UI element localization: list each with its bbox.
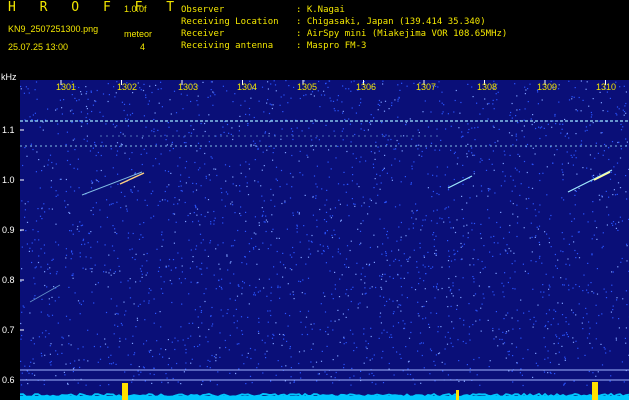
y-unit-label: kHz	[1, 72, 17, 82]
spectrogram-canvas	[20, 80, 629, 400]
meteor-echo	[593, 171, 611, 181]
level-fill	[20, 396, 629, 400]
file-name: KN9_2507251300.png	[8, 24, 99, 34]
app-version: 1.0.0f	[124, 4, 147, 14]
y-tick-label: 0.8	[2, 275, 15, 285]
x-tick-label: 1308	[477, 82, 498, 92]
receiver-label: Receiver	[181, 29, 225, 39]
meteor-marker	[122, 383, 128, 400]
meteor-echo	[29, 284, 61, 303]
y-tick-label: 1.0	[2, 175, 15, 185]
meteor-echo	[447, 175, 473, 189]
header-panel: H R O F F T 1.0.0f KN9_2507251300.png me…	[0, 0, 629, 80]
meteor-echo	[119, 172, 145, 185]
location-label: Receiving Location	[181, 17, 279, 27]
observer-value: : K.Nagai	[296, 5, 345, 15]
y-tick-label: 1.1	[2, 125, 15, 135]
location-value: : Chigasaki, Japan (139.414 35.340)	[296, 17, 486, 27]
meteor-marker	[592, 382, 598, 400]
antenna-label: Receiving antenna	[181, 41, 274, 51]
x-tick-label: 1309	[537, 82, 558, 92]
y-tick-label: 0.9	[2, 225, 15, 235]
x-tick-label: 1307	[416, 82, 437, 92]
meteor-marker	[456, 390, 459, 400]
x-tick-label: 1310	[596, 82, 617, 92]
x-tick-label: 1305	[297, 82, 318, 92]
receiver-value: : AirSpy mini (Miakejima VOR 108.65MHz)	[296, 29, 508, 39]
x-tick-label: 1301	[56, 82, 77, 92]
meteor-echo	[81, 171, 143, 196]
meteor-echo	[567, 169, 613, 193]
meteor-count: 4	[140, 42, 146, 52]
spectrogram-plot	[20, 80, 629, 400]
y-tick-label: 0.6	[2, 375, 15, 385]
date-time: 25.07.25 13:00	[8, 42, 69, 52]
x-tick-label: 1303	[178, 82, 199, 92]
x-tick-label: 1306	[356, 82, 377, 92]
x-tick-label: 1304	[237, 82, 258, 92]
x-tick-label: 1302	[117, 82, 138, 92]
observer-label: Observer	[181, 5, 225, 15]
y-tick-label: 0.7	[2, 325, 15, 335]
meteor-label: meteor	[124, 29, 153, 39]
app-logo: H R O F F T	[8, 0, 183, 15]
noise-layer	[20, 80, 629, 387]
antenna-value: : Maspro FM-3	[296, 41, 367, 51]
